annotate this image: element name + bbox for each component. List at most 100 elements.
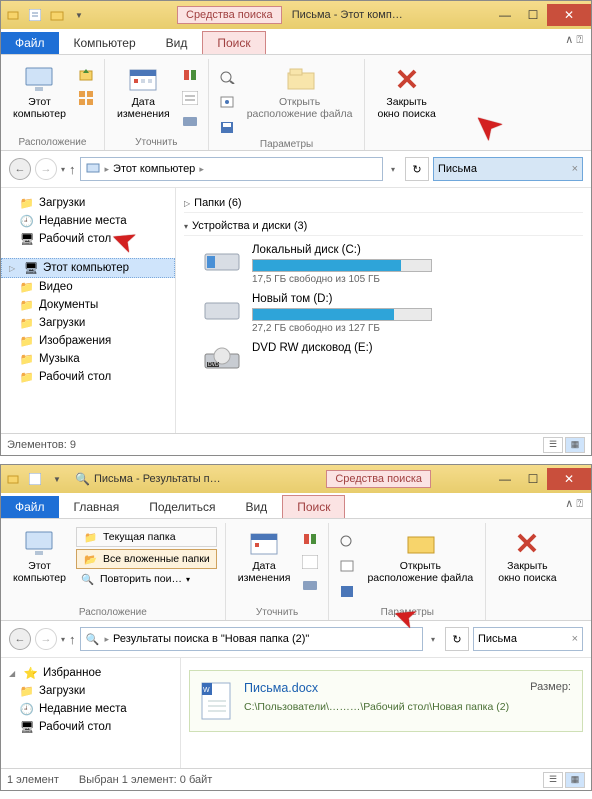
address-bar[interactable]: ▸ Этот компьютер ▸ [80, 157, 383, 181]
close-search-button[interactable]: Закрыть окно поиска [373, 61, 439, 122]
view-tab[interactable]: Вид [230, 495, 282, 518]
details-view-button[interactable]: ☰ [543, 772, 563, 788]
advanced-options-icon[interactable] [217, 92, 237, 112]
recent-searches-icon[interactable] [337, 531, 357, 551]
refresh-button[interactable]: ↻ [405, 157, 429, 181]
drive-d[interactable]: Новый том (D:) 27,2 ГБ свободно из 127 Г… [202, 293, 583, 334]
titlebar[interactable]: ▼ 🔍 Письма - Результаты п… Средства поис… [1, 465, 591, 493]
breadcrumb-this-pc[interactable]: Этот компьютер [113, 163, 195, 175]
date-modified-button[interactable]: Дата изменения [234, 525, 295, 586]
chevron-right-icon[interactable]: ▸ [105, 164, 110, 175]
drive-dvd[interactable]: DVD DVD RW дисковод (E:) [202, 342, 583, 376]
expand-icon[interactable]: ▷ [9, 264, 19, 273]
sidebar-item-downloads[interactable]: 📁Загрузки [1, 194, 175, 212]
share-tab[interactable]: Поделиться [134, 495, 230, 518]
sidebar-item-recent[interactable]: 🕘Недавние места [1, 700, 180, 718]
address-bar[interactable]: 🔍 ▸ Результаты поиска в "Новая папка (2)… [80, 627, 423, 651]
properties-icon[interactable] [27, 471, 43, 487]
this-pc-button[interactable]: Этот компьютер [9, 61, 70, 122]
qat-dropdown-icon[interactable]: ▼ [71, 7, 87, 23]
home-tab[interactable]: Главная [59, 495, 135, 518]
size-filter-icon[interactable] [300, 552, 320, 572]
icons-view-button[interactable]: ▦ [565, 437, 585, 453]
folders-section-header[interactable]: ▷Папки (6) [184, 194, 583, 213]
search-tab[interactable]: Поиск [282, 495, 345, 518]
breadcrumb-search-results[interactable]: Результаты поиска в "Новая папка (2)" [113, 633, 309, 645]
this-pc-button[interactable]: Этот компьютер [9, 525, 70, 586]
search-box[interactable]: × [433, 157, 583, 181]
collapse-icon[interactable]: ◢ [9, 669, 19, 678]
maximize-button[interactable]: ☐ [519, 468, 547, 490]
sidebar-item-desktop-2[interactable]: 📁Рабочий стол [1, 368, 175, 386]
back-button[interactable]: ← [9, 628, 31, 650]
file-tab[interactable]: Файл [1, 32, 59, 54]
addr-dropdown[interactable]: ▾ [427, 635, 439, 644]
clear-search-icon[interactable]: × [572, 163, 578, 175]
maximize-button[interactable]: ☐ [519, 4, 547, 26]
search-tab[interactable]: Поиск [202, 31, 265, 54]
close-search-button[interactable]: Закрыть окно поиска [494, 525, 560, 586]
qat-dropdown-icon[interactable]: ▼ [49, 471, 65, 487]
advanced-options-icon[interactable] [337, 556, 357, 576]
details-view-button[interactable]: ☰ [543, 437, 563, 453]
chevron-right-icon[interactable]: ▸ [199, 164, 204, 175]
history-dropdown[interactable]: ▾ [61, 635, 65, 644]
clear-search-icon[interactable]: × [572, 633, 578, 645]
date-modified-button[interactable]: Дата изменения [113, 61, 174, 122]
devices-section-header[interactable]: ▾Устройства и диски (3) [184, 217, 583, 236]
location-save-icon[interactable] [76, 65, 96, 85]
save-search-icon[interactable] [217, 117, 237, 137]
current-folder-button[interactable]: 📁Текущая папка [76, 527, 217, 547]
ribbon-collapse[interactable]: ∧ ⍰ [565, 33, 583, 47]
up-button[interactable]: ↑ [69, 632, 76, 647]
collapse-icon[interactable]: ▷ [184, 199, 190, 208]
search-input[interactable] [438, 163, 578, 175]
history-dropdown[interactable]: ▾ [61, 165, 65, 174]
sidebar-item-favorites[interactable]: ◢⭐Избранное [1, 664, 180, 682]
sidebar-item-documents[interactable]: 📁Документы [1, 296, 175, 314]
sidebar-item-desktop[interactable]: 🖥Рабочий стол [1, 718, 180, 736]
titlebar[interactable]: ▼ Средства поиска Письма - Этот комп… — … [1, 1, 591, 29]
forward-button[interactable]: → [35, 628, 57, 650]
all-subfolders-button[interactable]: 📂Все вложенные папки [76, 549, 217, 569]
sidebar-item-pictures[interactable]: 📁Изображения [1, 332, 175, 350]
addr-dropdown[interactable]: ▾ [387, 165, 399, 174]
search-box[interactable]: × [473, 627, 583, 651]
drive-c[interactable]: Локальный диск (C:) 17,5 ГБ свободно из … [202, 244, 583, 285]
close-button[interactable]: ✕ [547, 4, 591, 26]
sidebar-item-downloads[interactable]: 📁Загрузки [1, 682, 180, 700]
kind-filter-icon[interactable] [300, 529, 320, 549]
open-location-button[interactable]: Открыть расположение файла [363, 525, 477, 586]
minimize-button[interactable]: — [491, 468, 519, 490]
sidebar-item-this-pc[interactable]: ▷🖥Этот компьютер [1, 258, 175, 278]
location-grid-icon[interactable] [76, 88, 96, 108]
properties-icon[interactable] [27, 7, 43, 23]
search-again-button[interactable]: 🔍Повторить пои…▾ [76, 571, 217, 587]
other-filter-icon[interactable] [300, 575, 320, 595]
computer-tab[interactable]: Компьютер [59, 31, 151, 54]
save-search-icon[interactable] [337, 581, 357, 601]
sidebar-item-music[interactable]: 📁Музыка [1, 350, 175, 368]
forward-button[interactable]: → [35, 158, 57, 180]
up-button[interactable]: ↑ [69, 162, 76, 177]
sidebar-item-recent[interactable]: 🕘Недавние места [1, 212, 175, 230]
ribbon-collapse[interactable]: ∧ ⍰ [565, 497, 583, 511]
sidebar-item-videos[interactable]: 📁Видео [1, 278, 175, 296]
new-folder-icon[interactable] [49, 7, 65, 23]
size-filter-icon[interactable] [180, 88, 200, 108]
file-tab[interactable]: Файл [1, 496, 59, 518]
icons-view-button[interactable]: ▦ [565, 772, 585, 788]
kind-filter-icon[interactable] [180, 65, 200, 85]
search-input[interactable] [478, 633, 578, 645]
close-button[interactable]: ✕ [547, 468, 591, 490]
sidebar-item-downloads-2[interactable]: 📁Загрузки [1, 314, 175, 332]
view-tab[interactable]: Вид [151, 31, 203, 54]
search-result-item[interactable]: W Письма.docx C:\Пользователи\………\Рабочи… [189, 670, 583, 732]
recent-searches-icon[interactable] [217, 67, 237, 87]
other-filter-icon[interactable] [180, 111, 200, 131]
open-location-button[interactable]: Открыть расположение файла [243, 61, 357, 122]
minimize-button[interactable]: — [491, 4, 519, 26]
back-button[interactable]: ← [9, 158, 31, 180]
sidebar-item-desktop[interactable]: 🖥Рабочий стол [1, 230, 175, 248]
expand-icon[interactable]: ▾ [184, 222, 188, 231]
